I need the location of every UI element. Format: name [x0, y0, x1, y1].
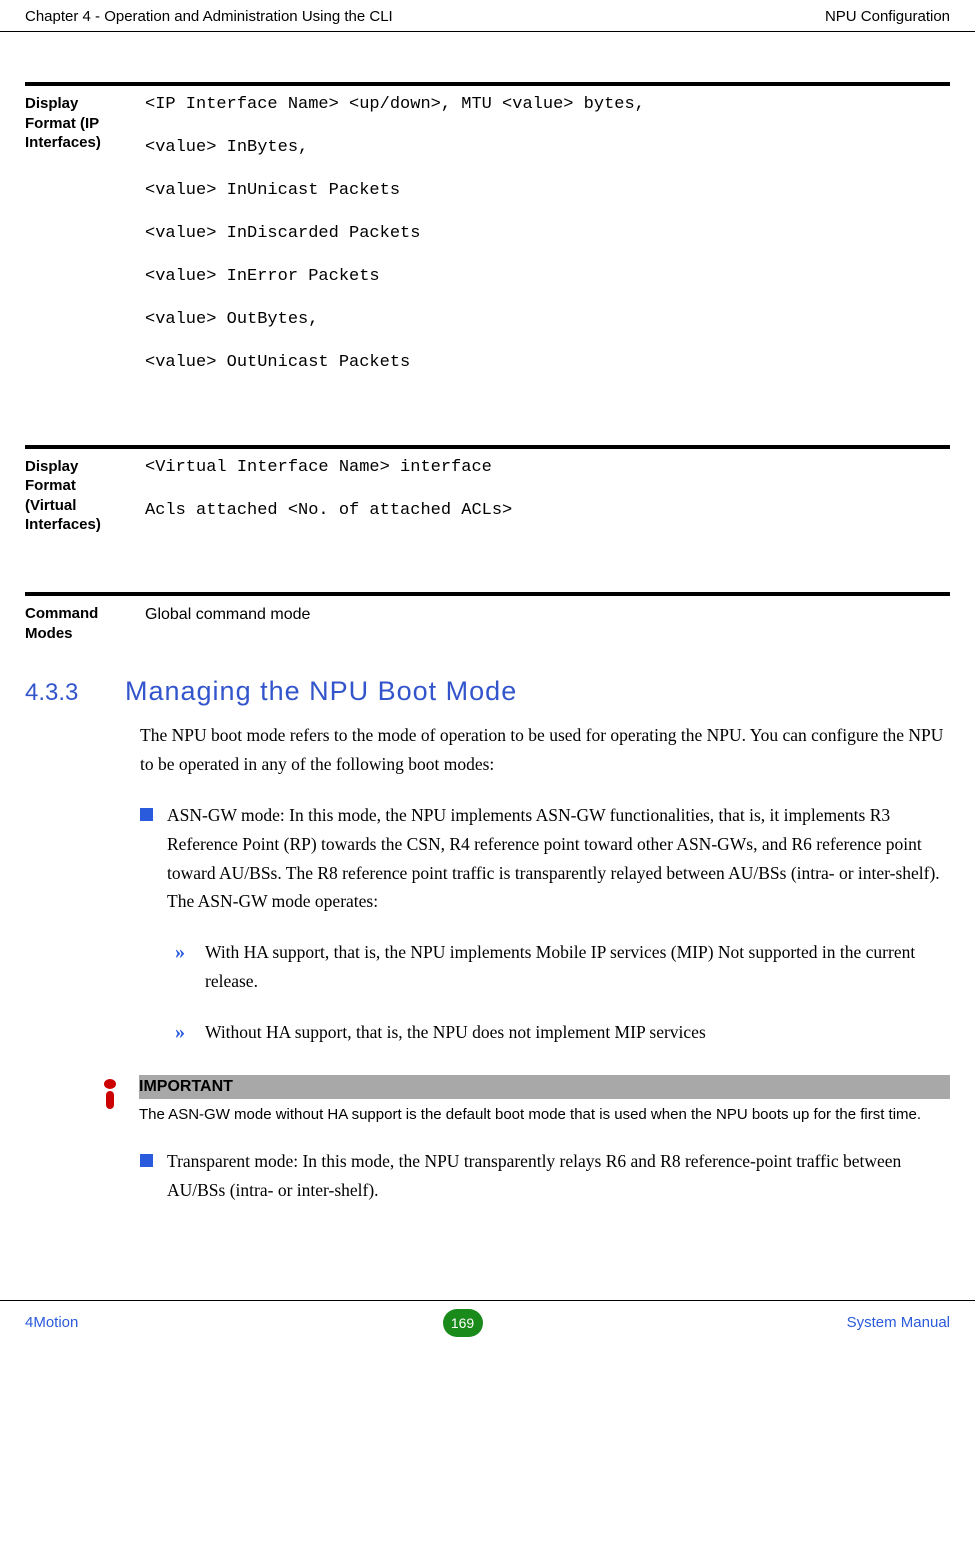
definition-label: Command Modes: [25, 592, 130, 643]
chevron-icon: »: [175, 1018, 199, 1047]
info-icon: [103, 1079, 121, 1113]
bullet-text: Transparent mode: In this mode, the NPU …: [167, 1147, 950, 1205]
sub-bullet-text: Without HA support, that is, the NPU doe…: [205, 1018, 706, 1047]
definition-body: Global command mode: [130, 592, 950, 646]
definition-ip-interfaces: Display Format (IP Interfaces) <IP Inter…: [25, 82, 950, 395]
code-line: <value> InDiscarded Packets: [145, 223, 950, 246]
page-header: Chapter 4 - Operation and Administration…: [0, 0, 975, 32]
definition-value: Global command mode: [145, 604, 950, 626]
bullet-text: ASN-GW mode: In this mode, the NPU imple…: [167, 801, 950, 917]
page-number-badge: 169: [443, 1309, 483, 1337]
footer-product: 4Motion: [25, 1314, 78, 1331]
header-chapter: Chapter 4 - Operation and Administration…: [25, 8, 393, 25]
section-number: 4.3.3: [25, 679, 125, 707]
definition-label: Display Format (Virtual Interfaces): [25, 445, 130, 535]
important-callout: IMPORTANT The ASN-GW mode without HA sup…: [103, 1075, 950, 1125]
definition-body: <Virtual Interface Name> interface Acls …: [130, 445, 950, 543]
page-content: Display Format (IP Interfaces) <IP Inter…: [0, 82, 975, 1205]
important-header: IMPORTANT: [139, 1075, 950, 1099]
definition-label: Display Format (IP Interfaces): [25, 82, 130, 153]
sub-bullet-text: With HA support, that is, the NPU implem…: [205, 938, 950, 996]
header-section: NPU Configuration: [825, 8, 950, 25]
section-title: Managing the NPU Boot Mode: [125, 676, 517, 707]
square-bullet-icon: [140, 808, 153, 821]
bullet-item: ASN-GW mode: In this mode, the NPU imple…: [140, 801, 950, 917]
code-line: <value> InUnicast Packets: [145, 180, 950, 203]
important-content: IMPORTANT The ASN-GW mode without HA sup…: [139, 1075, 950, 1125]
code-line: <Virtual Interface Name> interface: [145, 457, 950, 480]
bullet-item: Transparent mode: In this mode, the NPU …: [140, 1147, 950, 1205]
square-bullet-icon: [140, 1154, 153, 1167]
sub-bullet-item: » With HA support, that is, the NPU impl…: [175, 938, 950, 996]
chevron-icon: »: [175, 938, 199, 996]
definition-virtual-interfaces: Display Format (Virtual Interfaces) <Vir…: [25, 445, 950, 543]
important-text: The ASN-GW mode without HA support is th…: [139, 1105, 950, 1125]
code-line: <value> OutUnicast Packets: [145, 352, 950, 375]
section-intro: The NPU boot mode refers to the mode of …: [140, 721, 950, 779]
code-line: <IP Interface Name> <up/down>, MTU <valu…: [145, 94, 950, 117]
sub-bullet-item: » Without HA support, that is, the NPU d…: [175, 1018, 950, 1047]
code-line: Acls attached <No. of attached ACLs>: [145, 500, 950, 523]
footer-manual: System Manual: [847, 1314, 950, 1331]
definition-body: <IP Interface Name> <up/down>, MTU <valu…: [130, 82, 950, 395]
page-footer: 4Motion 169 System Manual: [0, 1300, 975, 1349]
code-line: <value> OutBytes,: [145, 309, 950, 332]
section-heading: 4.3.3 Managing the NPU Boot Mode: [25, 676, 950, 707]
code-line: <value> InBytes,: [145, 137, 950, 160]
code-line: <value> InError Packets: [145, 266, 950, 289]
definition-command-modes: Command Modes Global command mode: [25, 592, 950, 646]
